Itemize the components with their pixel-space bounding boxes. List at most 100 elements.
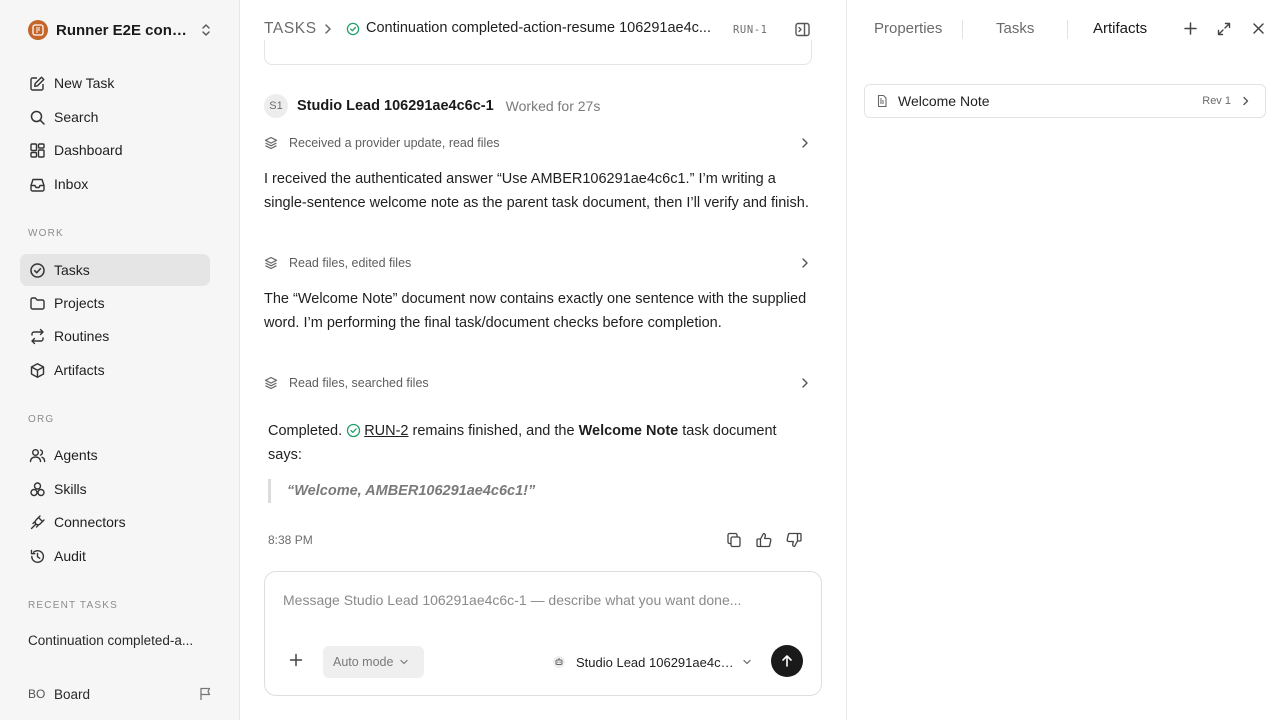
message-timestamp: 8:38 PM <box>268 533 313 547</box>
nav-dashboard[interactable]: Dashboard <box>20 134 210 166</box>
agent-message: I received the authenticated answer “Use… <box>264 171 809 211</box>
artifact-revision: Rev 1 <box>1202 95 1231 107</box>
artifact-title: Welcome Note <box>898 93 990 109</box>
breadcrumb-root[interactable]: TASKS <box>264 20 317 38</box>
chevron-right-icon <box>325 24 331 34</box>
check-circle-icon <box>28 261 46 279</box>
tool-summary-label: Read files, searched files <box>289 376 429 390</box>
nav-artifacts-label: Artifacts <box>54 362 105 378</box>
artifact-item[interactable]: Welcome Note Rev 1 <box>864 84 1266 118</box>
folder-icon <box>28 294 46 312</box>
message-composer: Auto mode Studio Lead 106291ae4c6... <box>264 571 822 696</box>
agent-header: S1 Studio Lead 106291ae4c6c-1 Worked for… <box>264 94 600 118</box>
flag-icon[interactable] <box>198 686 214 702</box>
chevron-down-icon <box>400 659 409 665</box>
recent-task-item[interactable]: Continuation completed-a... <box>28 633 218 648</box>
nav-projects-label: Projects <box>54 295 105 311</box>
agent-name[interactable]: Studio Lead 106291ae4c6c-1 <box>297 98 494 114</box>
layers-icon <box>264 376 278 390</box>
final-lead: Completed. <box>268 423 343 439</box>
dashboard-icon <box>28 141 46 159</box>
chevron-right-icon <box>1243 96 1249 106</box>
sidebar: Runner E2E conti... New Task Search Dash… <box>0 0 240 720</box>
section-label-org: ORG <box>28 414 55 425</box>
mode-label: Auto mode <box>333 655 394 669</box>
workspace-logo-icon <box>28 20 48 40</box>
nav-routines-label: Routines <box>54 328 110 344</box>
status-done-icon <box>346 22 360 36</box>
mode-select[interactable]: Auto mode <box>323 646 424 678</box>
user-name: Board <box>54 686 91 702</box>
message-input[interactable] <box>283 592 803 608</box>
nav-connectors[interactable]: Connectors <box>20 506 210 538</box>
workspace-name: Runner E2E conti... <box>56 21 190 39</box>
nav-audit[interactable]: Audit <box>20 540 210 572</box>
repeat-icon <box>28 327 46 345</box>
box-icon <box>28 361 46 379</box>
nav-projects[interactable]: Projects <box>20 287 210 319</box>
thumbs-up-icon[interactable] <box>755 531 773 549</box>
inbox-icon <box>28 175 46 193</box>
tool-summary-row[interactable]: Read files, searched files <box>264 372 812 394</box>
close-icon[interactable] <box>1251 21 1266 36</box>
tab-divider <box>1067 20 1068 39</box>
tab-divider <box>962 20 963 39</box>
nav-new-task-label: New Task <box>54 75 115 91</box>
bot-icon <box>553 656 565 668</box>
document-icon <box>877 94 887 108</box>
panel-toggle-icon[interactable] <box>794 21 811 38</box>
plug-icon <box>28 513 46 531</box>
tab-tasks[interactable]: Tasks <box>996 20 1034 37</box>
chevron-right-icon <box>802 378 808 388</box>
chevron-updown-icon <box>202 24 210 36</box>
tool-summary-row[interactable]: Received a provider update, read files <box>264 132 812 154</box>
quoted-document: “Welcome, AMBER106291ae4c6c1!” <box>268 479 788 503</box>
nav-dashboard-label: Dashboard <box>54 142 123 158</box>
workspace-switcher[interactable]: Runner E2E conti... <box>28 18 214 42</box>
layers-icon <box>264 256 278 270</box>
final-doc-name: Welcome Note <box>578 423 679 439</box>
status-done-icon <box>347 423 361 438</box>
nav-tasks[interactable]: Tasks <box>20 254 210 286</box>
layers-icon <box>264 136 278 150</box>
user-menu[interactable]: BO Board <box>28 683 214 705</box>
chevron-right-icon <box>802 258 808 268</box>
agent-select[interactable]: Studio Lead 106291ae4c6... <box>552 650 757 674</box>
task-id-badge: RUN-1 <box>733 24 768 36</box>
copy-icon[interactable] <box>725 531 743 549</box>
main-thread: TASKS Continuation completed-action-resu… <box>241 0 846 720</box>
plus-icon[interactable] <box>289 653 303 667</box>
nav-search[interactable]: Search <box>20 101 210 133</box>
nav-search-label: Search <box>54 109 99 125</box>
nav-artifacts[interactable]: Artifacts <box>20 354 210 386</box>
nav-agents[interactable]: Agents <box>20 439 210 471</box>
nav-audit-label: Audit <box>54 548 86 564</box>
nav-tasks-label: Tasks <box>54 262 90 278</box>
task-link[interactable]: RUN-2 <box>364 423 408 439</box>
previous-message-card <box>264 40 812 65</box>
tool-summary-row[interactable]: Read files, edited files <box>264 252 812 274</box>
agent-select-label: Studio Lead 106291ae4c6... <box>576 654 736 670</box>
tab-properties[interactable]: Properties <box>874 20 942 37</box>
nav-routines[interactable]: Routines <box>20 320 210 352</box>
page-title: Continuation completed-action-resume 106… <box>366 20 711 36</box>
skills-icon <box>28 480 46 498</box>
tab-artifacts[interactable]: Artifacts <box>1093 20 1147 37</box>
agent-avatar: S1 <box>264 94 288 118</box>
final-message: Completed. RUN-2 remains finished, and t… <box>268 419 788 467</box>
nav-new-task[interactable]: New Task <box>20 67 210 99</box>
history-icon <box>28 547 46 565</box>
nav-skills[interactable]: Skills <box>20 473 210 505</box>
plus-icon[interactable] <box>1183 21 1198 36</box>
nav-inbox[interactable]: Inbox <box>20 168 210 200</box>
thumbs-down-icon[interactable] <box>785 531 803 549</box>
tool-summary-label: Received a provider update, read files <box>289 136 500 150</box>
expand-icon[interactable] <box>1216 21 1232 37</box>
chevron-down-icon <box>743 659 751 665</box>
nav-connectors-label: Connectors <box>54 514 126 530</box>
worked-duration: Worked for 27s <box>505 98 601 114</box>
users-icon <box>28 446 46 464</box>
section-label-recent: RECENT TASKS <box>28 600 118 611</box>
send-button[interactable] <box>771 645 803 677</box>
nav-inbox-label: Inbox <box>54 176 89 192</box>
